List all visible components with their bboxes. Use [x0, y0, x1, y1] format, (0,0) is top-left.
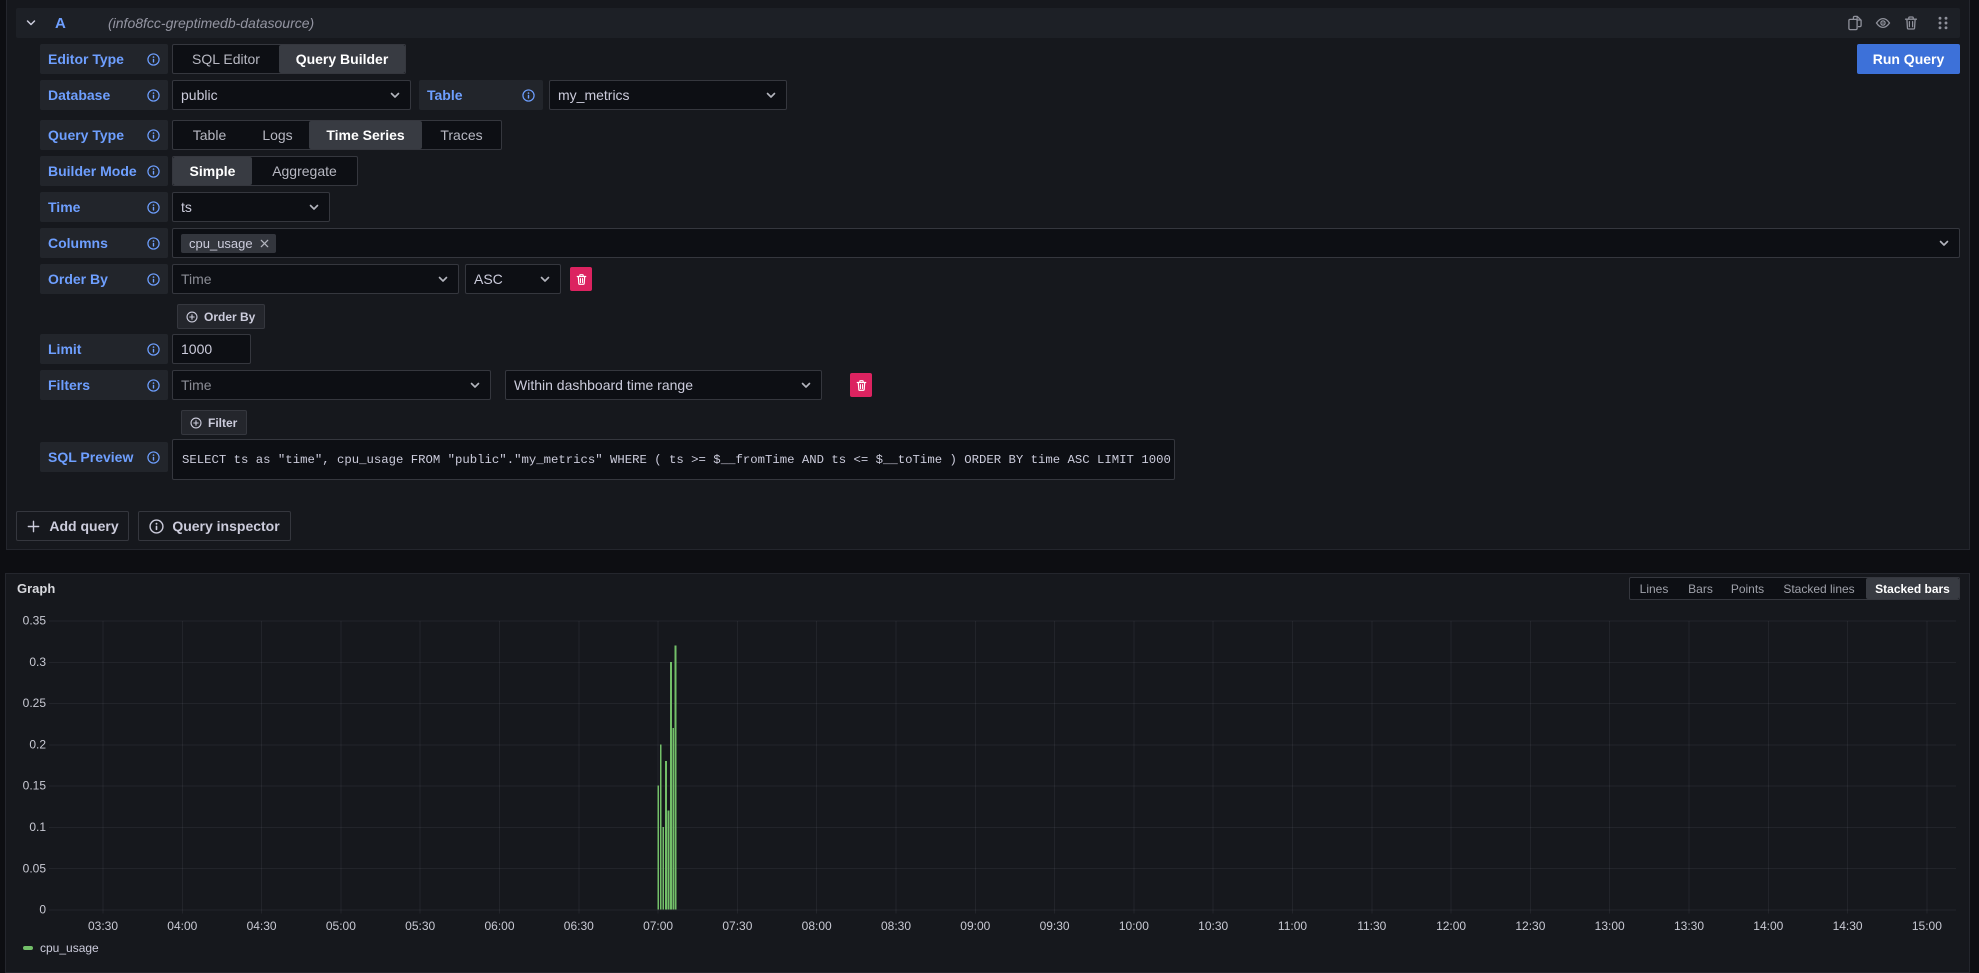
svg-text:0.1: 0.1	[29, 820, 46, 834]
svg-text:06:00: 06:00	[484, 919, 514, 933]
svg-text:13:00: 13:00	[1595, 919, 1625, 933]
svg-text:14:30: 14:30	[1833, 919, 1863, 933]
svg-text:10:00: 10:00	[1119, 919, 1149, 933]
svg-text:08:30: 08:30	[881, 919, 911, 933]
svg-text:09:30: 09:30	[1040, 919, 1070, 933]
svg-text:08:00: 08:00	[802, 919, 832, 933]
svg-text:06:30: 06:30	[564, 919, 594, 933]
svg-text:0: 0	[39, 903, 46, 917]
svg-text:0.35: 0.35	[23, 614, 47, 628]
svg-text:04:00: 04:00	[167, 919, 197, 933]
svg-text:0.3: 0.3	[29, 655, 46, 669]
svg-text:0.05: 0.05	[23, 861, 47, 875]
svg-text:14:00: 14:00	[1753, 919, 1783, 933]
svg-text:0.2: 0.2	[29, 738, 46, 752]
svg-text:07:00: 07:00	[643, 919, 673, 933]
svg-text:11:30: 11:30	[1357, 919, 1386, 933]
svg-text:12:00: 12:00	[1436, 919, 1466, 933]
svg-text:05:30: 05:30	[405, 919, 435, 933]
svg-text:15:00: 15:00	[1912, 919, 1942, 933]
svg-text:10:30: 10:30	[1198, 919, 1228, 933]
svg-text:11:00: 11:00	[1278, 919, 1307, 933]
svg-text:0.15: 0.15	[23, 779, 47, 793]
svg-text:03:30: 03:30	[88, 919, 118, 933]
svg-text:09:00: 09:00	[960, 919, 990, 933]
svg-text:0.25: 0.25	[23, 696, 47, 710]
svg-text:04:30: 04:30	[247, 919, 277, 933]
svg-text:13:30: 13:30	[1674, 919, 1704, 933]
svg-text:07:30: 07:30	[722, 919, 752, 933]
svg-text:12:30: 12:30	[1515, 919, 1545, 933]
svg-text:05:00: 05:00	[326, 919, 356, 933]
